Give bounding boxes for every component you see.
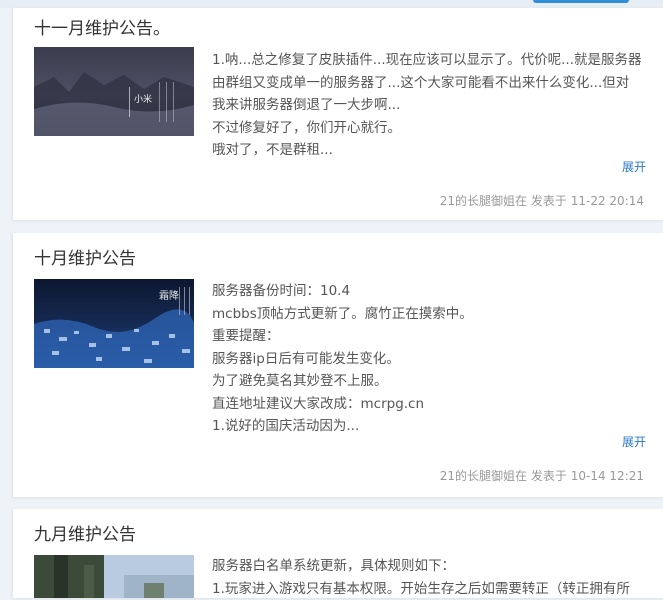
post-excerpt: 1.呐...总之修复了皮肤插件...现在应该可以显示了。代价呢...就是服务器 … <box>212 49 652 162</box>
post-meta: 21的长腿御姐在 发表于 11-22 20:14 <box>440 192 644 209</box>
post-meta: 21的长腿御姐在 发表于 10-14 12:21 <box>440 467 644 484</box>
posted-label: 发表于 <box>531 194 567 208</box>
excerpt-line: mcbbs顶帖方式更新了。腐竹正在摸索中。 <box>212 303 652 326</box>
post-card: 十一月维护公告。 小米 1.呐...总之修复了皮肤插件...现在应该可以显示了。… <box>12 8 663 220</box>
excerpt-line: 不过修复好了，你们开心就行。 <box>212 117 652 140</box>
excerpt-line: 服务器白名单系统更新，具体规则如下： <box>212 555 652 578</box>
post-title[interactable]: 十一月维护公告。 <box>34 14 170 39</box>
post-thumbnail[interactable]: 小米 <box>34 47 194 136</box>
excerpt-line: 服务器备份时间：10.4 <box>212 280 652 303</box>
expand-link[interactable]: 展开 <box>622 433 646 450</box>
post-thumbnail[interactable]: 霜降 <box>34 279 194 368</box>
post-excerpt: 服务器白名单系统更新，具体规则如下： 1.玩家进入游戏只有基本权限。开始生存之后… <box>212 555 652 600</box>
post-author[interactable]: 21的长腿御姐在 <box>440 469 527 483</box>
excerpt-line: 重要提醒： <box>212 325 652 348</box>
top-button[interactable] <box>533 0 629 3</box>
excerpt-line: 服务器ip日后有可能发生变化。 <box>212 348 652 371</box>
thumbnail-image: 小米 <box>34 47 194 136</box>
excerpt-line: 1.说好的国庆活动因为... <box>212 415 652 438</box>
post-card: 十月维护公告 霜降 <box>12 233 663 497</box>
thumbnail-caption: 小米 <box>134 93 152 105</box>
expand-link[interactable]: 展开 <box>622 158 646 175</box>
excerpt-line: 我来讲服务器倒退了一大步啊... <box>212 94 652 117</box>
excerpt-line: 哦对了，不是群租... <box>212 139 652 162</box>
posted-label: 发表于 <box>531 469 567 483</box>
post-date: 11-22 20:14 <box>571 194 644 208</box>
post-title[interactable]: 十月维护公告 <box>34 244 136 269</box>
excerpt-line: 直连地址建议大家改成：mcrpg.cn <box>212 393 652 416</box>
thumbnail-caption: 霜降 <box>159 289 179 302</box>
excerpt-line: 由群组又变成单一的服务器了...这个大家可能看不出来什么变化...但对 <box>212 72 652 95</box>
excerpt-line: 1.呐...总之修复了皮肤插件...现在应该可以显示了。代价呢...就是服务器 <box>212 49 652 72</box>
post-title[interactable]: 九月维护公告 <box>34 520 136 545</box>
excerpt-line: 为了避免莫名其妙登不上服。 <box>212 370 652 393</box>
post-thumbnail[interactable] <box>34 555 194 598</box>
post-card: 九月维护公告 服务器白名单系统更新，具体规则如下： 1.玩家进入游戏只有基本权限… <box>12 509 663 598</box>
thumbnail-image: 霜降 <box>34 279 194 368</box>
post-date: 10-14 12:21 <box>571 469 644 483</box>
excerpt-line: 1.玩家进入游戏只有基本权限。开始生存之后如需要转正（转正拥有所 <box>212 578 652 600</box>
post-author[interactable]: 21的长腿御姐在 <box>440 194 527 208</box>
post-excerpt: 服务器备份时间：10.4 mcbbs顶帖方式更新了。腐竹正在摸索中。 重要提醒：… <box>212 280 652 438</box>
thumbnail-image <box>34 555 194 598</box>
